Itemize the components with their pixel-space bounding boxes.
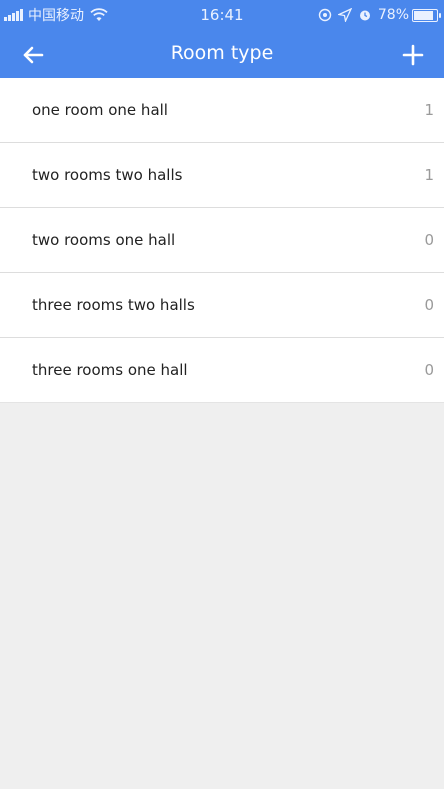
room-type-list: one room one hall 1 two rooms two halls … <box>0 78 444 403</box>
battery-fill <box>414 10 433 20</box>
room-type-name: two rooms one hall <box>32 231 176 249</box>
room-type-count: 0 <box>424 231 434 249</box>
status-right: 78% <box>318 6 441 24</box>
room-type-screen: 中国移动 16:41 78% Room type one room one ha… <box>0 0 444 789</box>
list-item-one-room-one-hall[interactable]: one room one hall 1 <box>0 78 444 143</box>
battery-icon <box>412 8 441 22</box>
list-item-three-rooms-one-hall[interactable]: three rooms one hall 0 <box>0 338 444 403</box>
list-item-two-rooms-two-halls[interactable]: two rooms two halls 1 <box>0 143 444 208</box>
room-type-name: two rooms two halls <box>32 166 183 184</box>
room-type-name: one room one hall <box>32 101 168 119</box>
status-bar: 中国移动 16:41 78% <box>0 0 444 30</box>
add-room-type-button[interactable] <box>398 40 428 70</box>
room-type-name: three rooms two halls <box>32 296 195 314</box>
navigation-bar: Room type <box>0 30 444 78</box>
room-type-name: three rooms one hall <box>32 361 188 379</box>
room-type-count: 0 <box>424 296 434 314</box>
room-type-count: 1 <box>424 166 434 184</box>
page-title: Room type <box>170 42 274 64</box>
list-item-three-rooms-two-halls[interactable]: three rooms two halls 0 <box>0 273 444 338</box>
plus-icon <box>402 44 424 66</box>
top-bar: 中国移动 16:41 78% Room type <box>0 0 444 78</box>
list-item-two-rooms-one-hall[interactable]: two rooms one hall 0 <box>0 208 444 273</box>
location-arrow-icon <box>337 8 352 22</box>
location-lock-icon <box>318 8 332 22</box>
battery-percent: 78% <box>377 7 409 23</box>
room-type-count: 0 <box>424 361 434 379</box>
room-type-count: 1 <box>424 101 434 119</box>
alarm-icon <box>359 10 370 21</box>
